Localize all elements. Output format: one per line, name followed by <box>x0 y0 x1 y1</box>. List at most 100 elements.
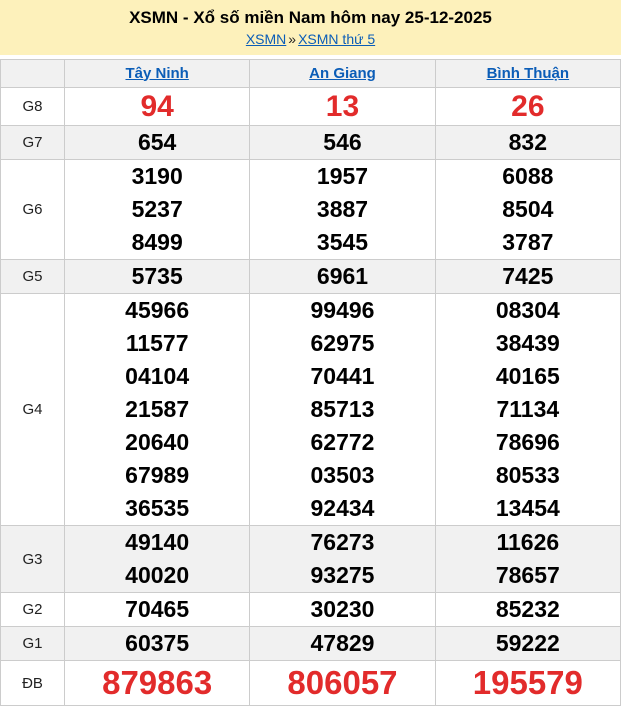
table-header-row: Tây Ninh An Giang Bình Thuận <box>1 60 621 88</box>
prize-cell: 5735 <box>65 260 250 294</box>
province-link-an-giang[interactable]: An Giang <box>309 65 376 82</box>
prize-number: 62975 <box>250 327 434 360</box>
prize-number: 80533 <box>436 459 620 492</box>
prize-number: 78657 <box>436 559 620 592</box>
prize-cell: 832 <box>435 126 620 160</box>
prize-number: 47829 <box>250 627 434 660</box>
prize-number: 38439 <box>436 327 620 360</box>
prize-label: G2 <box>1 593 65 627</box>
prize-number: 3190 <box>65 160 249 193</box>
prize-cell: 195738873545 <box>250 160 435 260</box>
prize-number: 76273 <box>250 526 434 559</box>
prize-number: 70465 <box>65 593 249 626</box>
province-link-binh-thuan[interactable]: Bình Thuận <box>487 65 570 82</box>
breadcrumb-link-xsmn-thu5[interactable]: XSMN thứ 5 <box>298 31 375 47</box>
prize-number: 08304 <box>436 294 620 327</box>
prize-cell: 08304384394016571134786968053313454 <box>435 294 620 526</box>
prize-cell: 546 <box>250 126 435 160</box>
breadcrumb: XSMN»XSMN thứ 5 <box>0 29 621 49</box>
prize-cell: 99496629757044185713627720350392434 <box>250 294 435 526</box>
table-row: ĐB879863806057195579 <box>1 661 621 706</box>
prize-number: 3887 <box>250 193 434 226</box>
page-header: XSMN - Xổ số miền Nam hôm nay 25-12-2025… <box>0 0 621 55</box>
prize-number: 7425 <box>436 260 620 293</box>
prize-number: 8499 <box>65 226 249 259</box>
prize-number: 62772 <box>250 426 434 459</box>
prize-cell: 26 <box>435 88 620 126</box>
prize-number: 21587 <box>65 393 249 426</box>
prize-label: G8 <box>1 88 65 126</box>
prize-cell: 1162678657 <box>435 526 620 593</box>
prize-number: 70441 <box>250 360 434 393</box>
table-row: G1603754782959222 <box>1 627 621 661</box>
prize-cell: 319052378499 <box>65 160 250 260</box>
prize-number: 03503 <box>250 459 434 492</box>
prize-number: 5735 <box>65 260 249 293</box>
breadcrumb-link-xsmn[interactable]: XSMN <box>246 31 286 47</box>
table-row: G5573569617425 <box>1 260 621 294</box>
prize-cell: 6961 <box>250 260 435 294</box>
prize-number: 13 <box>250 88 434 125</box>
prize-number: 94 <box>65 88 249 125</box>
prize-number: 45966 <box>65 294 249 327</box>
prize-number: 85232 <box>436 593 620 626</box>
prize-cell: 654 <box>65 126 250 160</box>
prize-cell: 59222 <box>435 627 620 661</box>
prize-cell: 60375 <box>65 627 250 661</box>
prize-cell: 85232 <box>435 593 620 627</box>
prize-label: G3 <box>1 526 65 593</box>
prize-number: 78696 <box>436 426 620 459</box>
prize-number: 1957 <box>250 160 434 193</box>
prize-label: G1 <box>1 627 65 661</box>
results-body: G8941326G7654546832G63190523784991957388… <box>1 88 621 706</box>
prize-number: 8504 <box>436 193 620 226</box>
prize-number: 93275 <box>250 559 434 592</box>
column-header-tay-ninh: Tây Ninh <box>65 60 250 88</box>
prize-number: 195579 <box>436 661 620 705</box>
prize-number: 04104 <box>65 360 249 393</box>
prize-cell: 608885043787 <box>435 160 620 260</box>
prize-cell: 94 <box>65 88 250 126</box>
prize-label: G6 <box>1 160 65 260</box>
prize-number: 85713 <box>250 393 434 426</box>
prize-cell: 13 <box>250 88 435 126</box>
prize-number: 67989 <box>65 459 249 492</box>
prize-cell: 45966115770410421587206406798936535 <box>65 294 250 526</box>
prize-number: 879863 <box>65 661 249 705</box>
prize-cell: 806057 <box>250 661 435 706</box>
table-row: G3491404002076273932751162678657 <box>1 526 621 593</box>
prize-number: 806057 <box>250 661 434 705</box>
province-link-tay-ninh[interactable]: Tây Ninh <box>125 65 188 82</box>
prize-number: 49140 <box>65 526 249 559</box>
table-row: G2704653023085232 <box>1 593 621 627</box>
prize-number: 30230 <box>250 593 434 626</box>
prize-number: 3545 <box>250 226 434 259</box>
prize-number: 11577 <box>65 327 249 360</box>
lottery-results-table: Tây Ninh An Giang Bình Thuận G8941326G76… <box>0 59 621 706</box>
prize-number: 20640 <box>65 426 249 459</box>
prize-number: 3787 <box>436 226 620 259</box>
prize-number: 40020 <box>65 559 249 592</box>
prize-cell: 7627393275 <box>250 526 435 593</box>
prize-number: 654 <box>65 126 249 159</box>
prize-cell: 7425 <box>435 260 620 294</box>
prize-number: 71134 <box>436 393 620 426</box>
prize-number: 59222 <box>436 627 620 660</box>
column-header-binh-thuan: Bình Thuận <box>435 60 620 88</box>
prize-number: 60375 <box>65 627 249 660</box>
prize-number: 6961 <box>250 260 434 293</box>
column-header-an-giang: An Giang <box>250 60 435 88</box>
prize-number: 5237 <box>65 193 249 226</box>
table-row: G7654546832 <box>1 126 621 160</box>
prize-cell: 195579 <box>435 661 620 706</box>
prize-number: 13454 <box>436 492 620 525</box>
table-row: G445966115770410421587206406798936535994… <box>1 294 621 526</box>
prize-number: 36535 <box>65 492 249 525</box>
prize-label: G7 <box>1 126 65 160</box>
prize-label: G4 <box>1 294 65 526</box>
table-row: G8941326 <box>1 88 621 126</box>
table-row: G6319052378499195738873545608885043787 <box>1 160 621 260</box>
corner-cell <box>1 60 65 88</box>
prize-cell: 879863 <box>65 661 250 706</box>
prize-cell: 4914040020 <box>65 526 250 593</box>
